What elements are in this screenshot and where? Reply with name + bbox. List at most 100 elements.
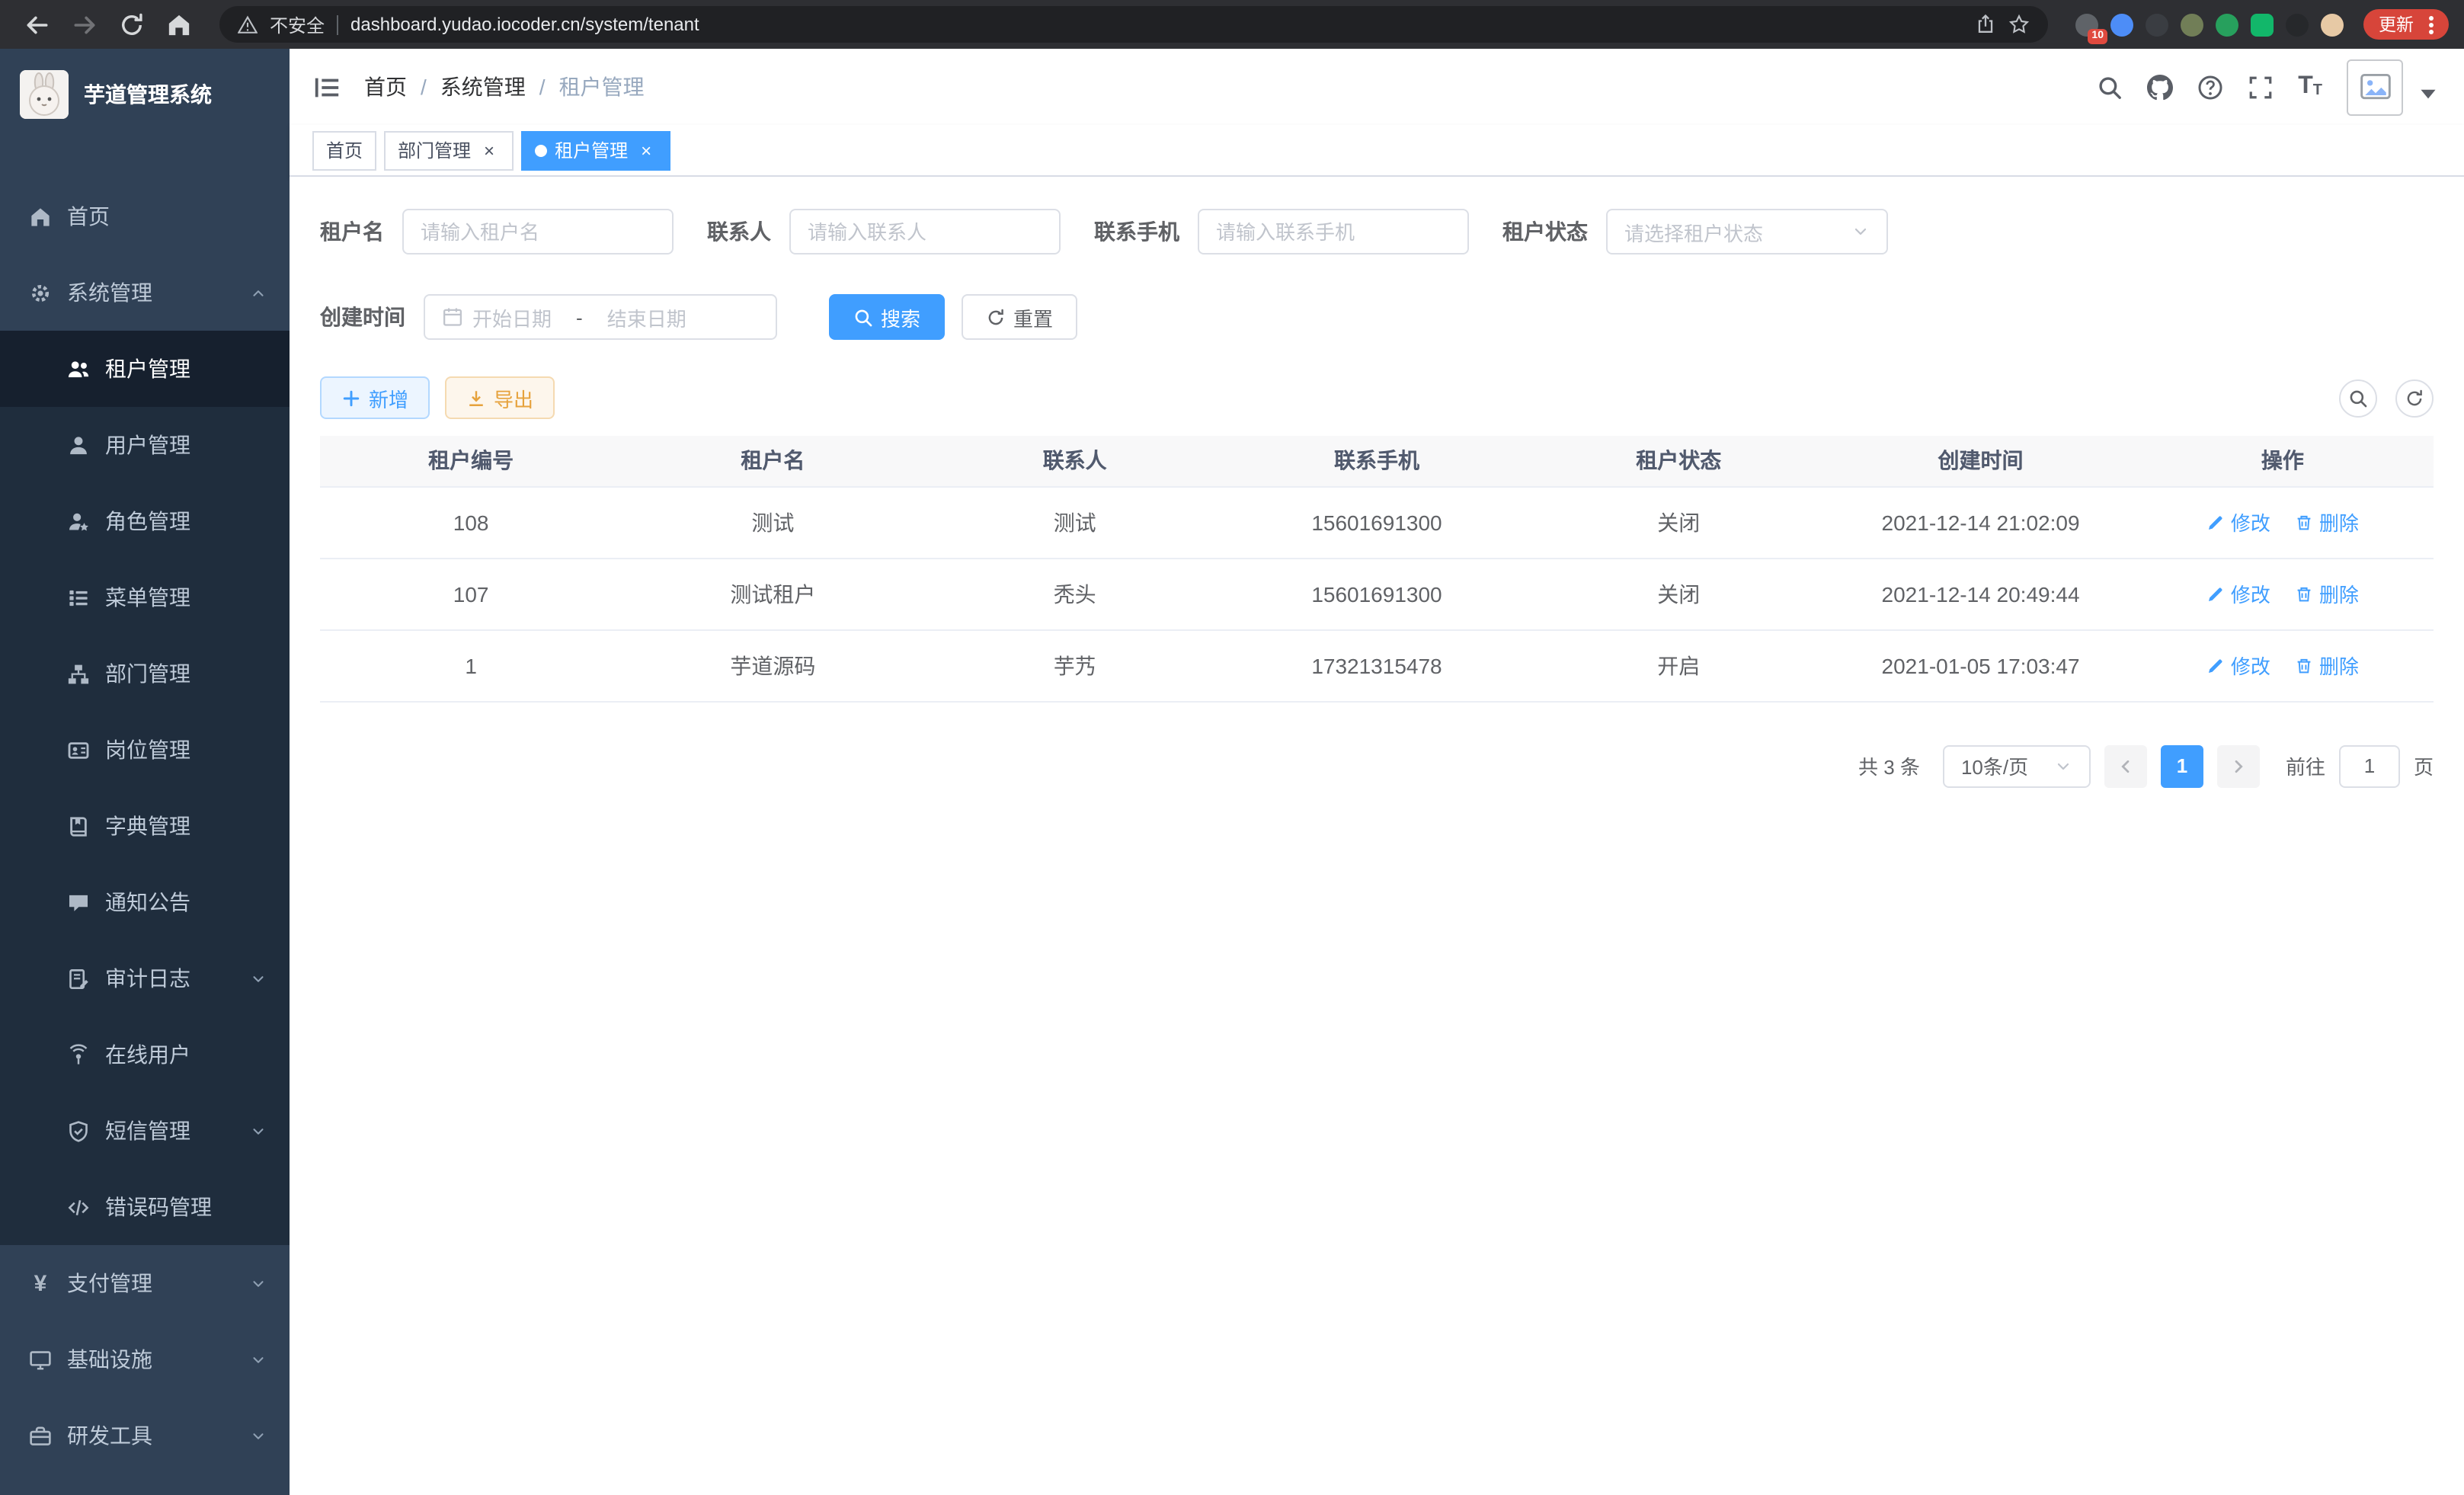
sidebar-item-audit-log[interactable]: 审计日志 bbox=[0, 940, 290, 1016]
tenant-name-input-field[interactable] bbox=[421, 220, 655, 243]
sidebar-item-dev-tool[interactable]: 研发工具 bbox=[0, 1397, 290, 1474]
phone-input-field[interactable] bbox=[1216, 220, 1451, 243]
column-header: 租户名 bbox=[622, 436, 923, 486]
toggle-search-button[interactable] bbox=[2339, 379, 2377, 417]
address-bar[interactable]: 不安全 dashboard.yudao.iocoder.cn/system/te… bbox=[219, 6, 2048, 43]
pinned-extension-icon[interactable]: 10 bbox=[2075, 13, 2098, 36]
search-button[interactable]: 搜索 bbox=[829, 294, 945, 340]
contact-input[interactable] bbox=[789, 209, 1061, 255]
sidebar-item-notice[interactable]: 通知公告 bbox=[0, 864, 290, 940]
edit-row-button[interactable]: 修改 bbox=[2206, 651, 2270, 680]
sidebar-item-online-user[interactable]: 在线用户 bbox=[0, 1016, 290, 1093]
font-size-icon[interactable]: TT bbox=[2298, 75, 2322, 99]
delete-row-button[interactable]: 删除 bbox=[2295, 651, 2359, 680]
green-square-extension-icon[interactable] bbox=[2251, 13, 2274, 36]
delete-row-button[interactable]: 删除 bbox=[2295, 507, 2359, 536]
goto-label: 前往 bbox=[2286, 751, 2325, 780]
logo[interactable]: 芋道管理系统 bbox=[0, 49, 290, 140]
tenant-status-select[interactable]: 请选择租户状态 bbox=[1606, 209, 1888, 255]
breadcrumb-item[interactable]: 首页 bbox=[364, 72, 407, 102]
sidebar-item-tenant[interactable]: 租户管理 bbox=[0, 331, 290, 407]
app-title: 芋道管理系统 bbox=[84, 79, 212, 110]
bookmark-star-icon[interactable] bbox=[2008, 14, 2030, 35]
edit-row-button[interactable]: 修改 bbox=[2206, 579, 2270, 608]
cell-id: 107 bbox=[320, 558, 622, 629]
collapse-sidebar-icon[interactable] bbox=[312, 72, 341, 101]
monitor-icon bbox=[29, 1348, 52, 1371]
sidebar-item-home[interactable]: 首页 bbox=[0, 178, 290, 255]
chevron-down-icon[interactable] bbox=[2415, 80, 2441, 106]
tenant-name-input[interactable] bbox=[402, 209, 674, 255]
tab-home[interactable]: 首页 bbox=[312, 130, 376, 170]
sidebar-item-post[interactable]: 岗位管理 bbox=[0, 712, 290, 788]
delete-row-button[interactable]: 删除 bbox=[2295, 579, 2359, 608]
back-icon[interactable] bbox=[24, 11, 50, 37]
sidebar-item-dept[interactable]: 部门管理 bbox=[0, 635, 290, 712]
tab-dept[interactable]: 部门管理× bbox=[384, 130, 514, 170]
goto-page-input[interactable] bbox=[2339, 744, 2400, 787]
olive-extension-icon[interactable] bbox=[2181, 13, 2203, 36]
sidebar-item-dict[interactable]: 字典管理 bbox=[0, 788, 290, 864]
tenant-name-label: 租户名 bbox=[320, 216, 384, 247]
refresh-table-button[interactable] bbox=[2395, 379, 2434, 417]
sidebar-item-role[interactable]: 角色管理 bbox=[0, 483, 290, 559]
page-size-select[interactable]: 10条/页 bbox=[1943, 744, 2091, 787]
breadcrumb-item[interactable]: 系统管理 bbox=[440, 72, 526, 102]
green-circle-extension-icon[interactable] bbox=[2216, 13, 2238, 36]
reload-icon[interactable] bbox=[119, 11, 145, 37]
cell-status: 关闭 bbox=[1528, 486, 1829, 558]
profile-avatar-icon[interactable] bbox=[2321, 13, 2344, 36]
update-button[interactable]: 更新 bbox=[2363, 9, 2449, 40]
url-text[interactable]: dashboard.yudao.iocoder.cn/system/tenant bbox=[350, 14, 699, 35]
tenant-icon bbox=[67, 357, 90, 380]
globe-extension-icon[interactable] bbox=[2146, 13, 2168, 36]
add-button[interactable]: 新增 bbox=[320, 376, 430, 419]
forward-icon[interactable] bbox=[72, 11, 98, 37]
help-icon[interactable] bbox=[2197, 74, 2223, 100]
sidebar-item-system[interactable]: 系统管理 bbox=[0, 255, 290, 331]
sidebar-item-sms[interactable]: 短信管理 bbox=[0, 1093, 290, 1169]
page-unit-label: 页 bbox=[2414, 751, 2434, 780]
browser-home-icon[interactable] bbox=[166, 11, 192, 37]
search-icon bbox=[2348, 388, 2368, 408]
security-label[interactable]: 不安全 bbox=[270, 11, 325, 37]
sidebar-item-label: 短信管理 bbox=[105, 1116, 190, 1146]
reset-button[interactable]: 重置 bbox=[962, 294, 1077, 340]
breadcrumb-item: 租户管理 bbox=[559, 72, 645, 102]
cell-name: 测试 bbox=[622, 486, 923, 558]
avatar[interactable] bbox=[2347, 59, 2403, 115]
sidebar-item-pay[interactable]: ¥支付管理 bbox=[0, 1245, 290, 1321]
contact-field-group: 联系人 bbox=[707, 209, 1061, 255]
github-icon[interactable] bbox=[2147, 74, 2173, 100]
contact-input-field[interactable] bbox=[808, 220, 1042, 243]
create-time-range-picker[interactable]: 开始日期 - 结束日期 bbox=[424, 294, 777, 340]
sidebar-item-infra[interactable]: 基础设施 bbox=[0, 1321, 290, 1397]
blue-extension-icon[interactable] bbox=[2110, 13, 2133, 36]
table-row: 107测试租户秃头15601691300关闭2021-12-14 20:49:4… bbox=[320, 558, 2434, 629]
tenant-table: 租户编号租户名联系人联系手机租户状态创建时间操作 108测试测试15601691… bbox=[320, 436, 2434, 702]
chevron-down-icon bbox=[250, 1427, 267, 1444]
phone-input[interactable] bbox=[1198, 209, 1469, 255]
sidebar-item-user[interactable]: 用户管理 bbox=[0, 407, 290, 483]
sidebar-item-error-code[interactable]: 错误码管理 bbox=[0, 1169, 290, 1245]
edit-row-button[interactable]: 修改 bbox=[2206, 507, 2270, 536]
next-page-button[interactable] bbox=[2217, 744, 2260, 787]
search-icon[interactable] bbox=[2097, 74, 2123, 100]
warning-icon bbox=[238, 14, 258, 34]
sidebar-item-menu[interactable]: 菜单管理 bbox=[0, 559, 290, 635]
close-tab-icon[interactable]: × bbox=[635, 139, 657, 161]
plus-icon bbox=[341, 388, 361, 408]
close-tab-icon[interactable]: × bbox=[478, 139, 500, 161]
op-label: 修改 bbox=[2231, 579, 2270, 608]
app-header: 首页/系统管理/租户管理 TT bbox=[290, 49, 2464, 125]
tab-tenant[interactable]: 租户管理× bbox=[521, 130, 670, 170]
fullscreen-icon[interactable] bbox=[2248, 74, 2274, 100]
export-button[interactable]: 导出 bbox=[445, 376, 555, 419]
sidebar-item-label: 角色管理 bbox=[105, 506, 190, 536]
share-icon[interactable] bbox=[1975, 14, 1996, 35]
dark-extension-icon[interactable] bbox=[2286, 13, 2309, 36]
sidebar-item-label: 审计日志 bbox=[105, 963, 190, 994]
page-number-button[interactable]: 1 bbox=[2161, 744, 2203, 787]
browser-menu-icon[interactable] bbox=[2429, 22, 2434, 27]
prev-page-button[interactable] bbox=[2104, 744, 2147, 787]
